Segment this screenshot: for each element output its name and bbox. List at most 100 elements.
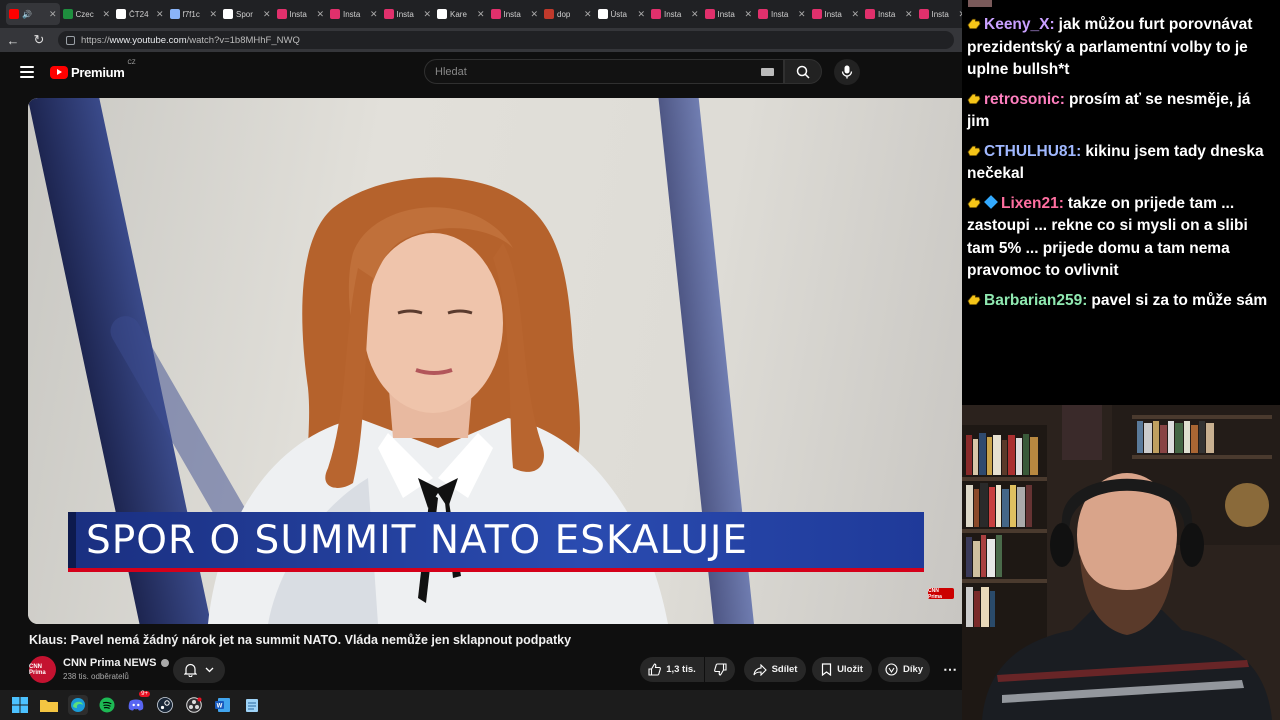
file-explorer-icon[interactable]: [39, 695, 59, 715]
globe-icon: [169, 9, 180, 19]
like-count: 1,3 tis.: [666, 664, 696, 675]
save-button[interactable]: Uložit: [812, 657, 872, 682]
word-icon[interactable]: W: [213, 695, 233, 715]
channel-avatar[interactable]: CNN Prima: [29, 656, 56, 683]
browser-tab[interactable]: Insta✕: [648, 3, 702, 25]
browser-tab[interactable]: Insta✕: [488, 3, 542, 25]
chat-message: Keeny_X: jak můžou furt porovnávat prezid…: [967, 14, 1274, 82]
discord-icon[interactable]: 9+: [126, 691, 150, 715]
logo-country: CZ: [127, 60, 136, 66]
instagram-icon: [383, 9, 394, 19]
chat-username[interactable]: retrosonic:: [984, 91, 1065, 108]
browser-tab[interactable]: Insta✕: [702, 3, 756, 25]
youtube-premium-logo[interactable]: Premium CZ: [50, 60, 136, 82]
share-label: Sdílet: [771, 664, 798, 675]
close-tab-icon[interactable]: ✕: [102, 9, 110, 20]
share-button[interactable]: Sdílet: [744, 657, 806, 682]
browser-tab[interactable]: Insta✕: [862, 3, 916, 25]
close-tab-icon[interactable]: ✕: [798, 9, 806, 20]
notepad-icon[interactable]: [242, 695, 262, 715]
close-tab-icon[interactable]: ✕: [905, 9, 913, 20]
thanks-button[interactable]: Díky: [878, 657, 930, 682]
speaker-icon[interactable]: 🔊: [22, 10, 32, 19]
svg-text:W: W: [217, 704, 223, 710]
hamburger-menu-icon[interactable]: [20, 66, 34, 78]
channel-watermark: CNN Prima: [928, 588, 954, 600]
lower-third-text: SPOR O SUMMIT NATO ESKALUJE: [86, 517, 749, 563]
subscriber-badge-icon: [967, 294, 981, 305]
tab-title: Spor: [236, 9, 253, 19]
windows-start-icon[interactable]: [10, 695, 30, 715]
tab-title: ČT24: [129, 9, 149, 19]
browser-tab[interactable]: Insta✕: [381, 3, 435, 25]
tab-title: Czec: [75, 9, 94, 19]
subscriber-badge-icon: [967, 18, 981, 30]
browser-tab[interactable]: Ústa ✕: [595, 3, 649, 25]
site-info-icon[interactable]: [66, 35, 75, 45]
search-button[interactable]: [784, 59, 822, 84]
close-tab-icon[interactable]: ✕: [156, 9, 164, 20]
webcam-image: [962, 405, 1280, 720]
close-tab-icon[interactable]: ✕: [423, 9, 431, 20]
close-tab-icon[interactable]: ✕: [316, 9, 324, 20]
close-tab-icon[interactable]: ✕: [530, 9, 538, 20]
tab-title: Insta: [343, 9, 361, 19]
browser-tab[interactable]: ČT24 ✕: [113, 3, 167, 25]
super-thanks-icon: [885, 663, 898, 676]
browser-tab[interactable]: 🔊 ✕: [6, 3, 60, 25]
close-tab-icon[interactable]: ✕: [851, 9, 859, 20]
szj-icon: [223, 9, 233, 19]
edge-icon[interactable]: [68, 695, 88, 715]
close-tab-icon[interactable]: ✕: [477, 9, 485, 20]
browser-tab[interactable]: f7f1c ✕: [167, 3, 221, 25]
ct24-icon: [116, 9, 126, 19]
reload-icon[interactable]: ↻: [26, 28, 52, 52]
video-player[interactable]: SPOR O SUMMIT NATO ESKALUJE CNN Prima: [28, 98, 962, 624]
subscriber-badge-icon: [967, 93, 981, 104]
search-input[interactable]: Hledat: [424, 59, 784, 84]
close-tab-icon[interactable]: ✕: [209, 9, 217, 20]
close-tab-icon[interactable]: ✕: [49, 9, 57, 20]
keyboard-icon[interactable]: [761, 68, 774, 76]
url-field[interactable]: https://www.youtube.com/watch?v=1b8MHhF_…: [58, 31, 954, 49]
browser-tab[interactable]: Spor ✕: [220, 3, 274, 25]
channel-name-link[interactable]: CNN Prima NEWS: [63, 657, 169, 669]
browser-tab[interactable]: Insta✕: [916, 3, 970, 25]
chat-username[interactable]: CTHULHU81:: [984, 143, 1081, 160]
dislike-button[interactable]: [705, 657, 735, 682]
chat-username[interactable]: Keeny_X:: [984, 16, 1055, 33]
browser-tab[interactable]: Insta ✕: [274, 3, 328, 25]
bookmark-icon: [821, 663, 832, 676]
close-tab-icon[interactable]: ✕: [370, 9, 378, 20]
close-tab-icon[interactable]: ✕: [637, 9, 645, 20]
share-arrow-icon: [753, 663, 767, 676]
like-button[interactable]: 1,3 tis.: [640, 657, 704, 682]
subscription-bell-button[interactable]: [173, 657, 225, 683]
chat-message: Lixen21: takze on prijede tam ... zastoup…: [967, 193, 1274, 283]
search-placeholder: Hledat: [435, 65, 467, 78]
close-tab-icon[interactable]: ✕: [584, 9, 592, 20]
more-actions-button[interactable]: ⋯: [938, 657, 962, 682]
tab-title: Insta: [289, 9, 307, 19]
logo-text: Premium: [71, 64, 125, 80]
browser-tab[interactable]: Kare ✕: [434, 3, 488, 25]
chat-username[interactable]: Barbarian259:: [984, 292, 1087, 309]
instagram-icon: [865, 9, 875, 19]
browser-tab[interactable]: Czec ✕: [60, 3, 114, 25]
browser-tab[interactable]: dop ✕: [541, 3, 595, 25]
voice-search-button[interactable]: [834, 59, 860, 85]
chat-username[interactable]: Lixen21:: [1001, 195, 1064, 212]
back-arrow-icon[interactable]: ←: [0, 28, 26, 52]
steam-icon[interactable]: [155, 695, 175, 715]
browser-tab[interactable]: Insta ✕: [755, 3, 809, 25]
browser-tab[interactable]: Insta ✕: [327, 3, 381, 25]
close-tab-icon[interactable]: ✕: [263, 9, 271, 20]
spotify-icon[interactable]: [97, 695, 117, 715]
browser-tab[interactable]: Insta✕: [809, 3, 863, 25]
close-tab-icon[interactable]: ✕: [744, 9, 752, 20]
tab-title: Insta: [771, 9, 789, 19]
screen: 🔊 ✕ Czec ✕ ČT24 ✕ f7f1c ✕ Spor ✕ Insta ✕ Insta ✕ Insta…: [0, 0, 1280, 720]
close-tab-icon[interactable]: ✕: [691, 9, 699, 20]
chat-message: CTHULHU81: kikinu jsem tady dneska nečeka…: [967, 141, 1274, 186]
obs-icon[interactable]: [184, 695, 204, 715]
